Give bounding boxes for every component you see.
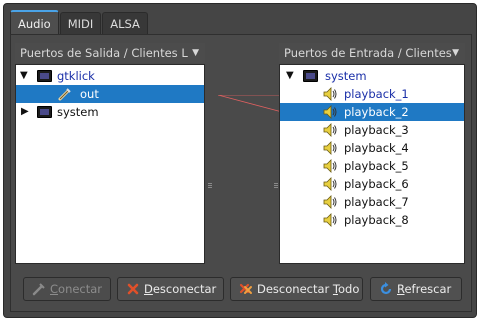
- input-list-header-label: Puertos de Entrada / Clientes: [284, 46, 452, 60]
- port-label: playback_1: [344, 87, 409, 101]
- port-label: out: [80, 87, 99, 101]
- port-label: playback_4: [344, 141, 409, 155]
- speaker-icon: [323, 141, 337, 155]
- expand-right-icon[interactable]: ▶: [21, 103, 29, 121]
- audio-tab-panel: Puertos de Salida / Clientes L ▼ ▼ gtkli…: [10, 34, 472, 312]
- connections-view: [218, 95, 286, 114]
- plug-connect-icon: [32, 283, 45, 296]
- speaker-icon: [323, 159, 337, 173]
- tab-midi[interactable]: MIDI: [59, 12, 102, 34]
- input-port-row[interactable]: playback_4: [280, 139, 464, 157]
- client-label: system: [325, 69, 367, 83]
- input-list-header[interactable]: Puertos de Entrada / Clientes ▼: [279, 43, 465, 63]
- input-port-row[interactable]: playback_1: [280, 85, 464, 103]
- tab-audio[interactable]: Audio: [10, 10, 59, 34]
- port-label: playback_5: [344, 159, 409, 173]
- port-label: playback_3: [344, 123, 409, 137]
- disconnect-label-rest: esconectar: [152, 282, 217, 296]
- output-port-out[interactable]: out: [16, 85, 204, 103]
- connection-line: [218, 95, 286, 114]
- output-client-system[interactable]: ▶ system: [16, 103, 204, 121]
- disconnect-all-button[interactable]: Desconectar Todo: [230, 277, 363, 301]
- port-label: playback_8: [344, 213, 409, 227]
- audio-client-icon: [37, 70, 52, 82]
- port-label: playback_7: [344, 195, 409, 209]
- expand-down-icon[interactable]: ▼: [20, 67, 28, 85]
- output-client-gtklick[interactable]: ▼ gtklick: [16, 67, 204, 85]
- refresh-label-rest: efrescar: [404, 282, 452, 296]
- input-port-row[interactable]: playback_7: [280, 193, 464, 211]
- speaker-icon: [323, 213, 337, 227]
- speaker-icon: [323, 195, 337, 209]
- port-label: playback_2: [344, 105, 409, 119]
- input-ports-list[interactable]: ▼ system playback_1 playback_2 playback_3p…: [279, 64, 465, 264]
- audio-client-icon: [303, 70, 318, 82]
- tab-bar: Audio MIDI ALSA: [10, 10, 149, 34]
- client-label: system: [57, 105, 99, 119]
- disconnect-all-icon: [239, 283, 252, 294]
- input-port-row[interactable]: playback_8: [280, 211, 464, 229]
- connect-label-rest: onectar: [58, 282, 103, 296]
- right-splitter-handle[interactable]: [274, 183, 278, 189]
- disconnect-button[interactable]: Desconectar: [117, 277, 224, 301]
- sort-arrow-icon: ▼: [192, 48, 199, 58]
- speaker-icon: [323, 177, 337, 191]
- output-list-header[interactable]: Puertos de Salida / Clientes L ▼: [15, 43, 205, 63]
- input-port-row[interactable]: playback_3: [280, 121, 464, 139]
- input-port-row[interactable]: playback_6: [280, 175, 464, 193]
- connect-button[interactable]: Conectar: [23, 277, 111, 301]
- disconnect-x-icon: [127, 283, 139, 295]
- client-label: gtklick: [57, 69, 95, 83]
- output-list-header-label: Puertos de Salida / Clientes L: [20, 46, 188, 60]
- audio-client-icon: [37, 106, 52, 118]
- tab-alsa[interactable]: ALSA: [102, 12, 148, 34]
- expand-down-icon[interactable]: ▼: [286, 67, 294, 85]
- left-splitter-handle[interactable]: [208, 183, 212, 189]
- output-ports-list[interactable]: ▼ gtklick out ▶ system: [15, 64, 205, 264]
- speaker-icon: [323, 105, 337, 119]
- plug-icon: [58, 88, 71, 101]
- input-port-row[interactable]: playback_2: [280, 103, 464, 121]
- input-client-system[interactable]: ▼ system: [280, 67, 464, 85]
- port-label: playback_6: [344, 177, 409, 191]
- speaker-icon: [323, 123, 337, 137]
- sort-arrow-icon: ▼: [452, 48, 459, 58]
- refresh-button[interactable]: Refrescar: [370, 277, 462, 301]
- speaker-icon: [323, 87, 337, 101]
- refresh-icon: [380, 282, 392, 295]
- connections-window: Audio MIDI ALSA Puertos de Salida / Clie…: [3, 3, 477, 318]
- input-port-row[interactable]: playback_5: [280, 157, 464, 175]
